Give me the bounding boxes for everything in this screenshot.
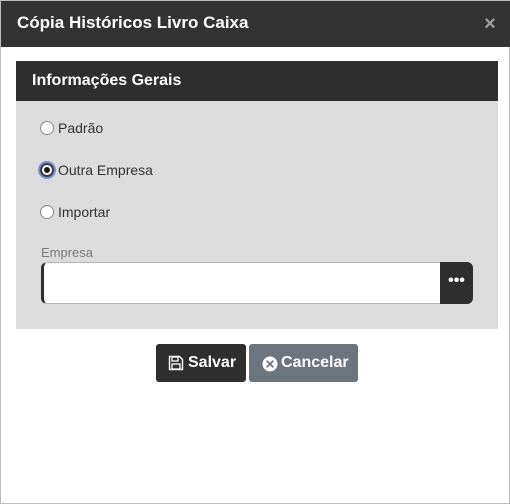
radio-button-selected[interactable] bbox=[40, 163, 54, 177]
ellipsis-icon: ••• bbox=[448, 272, 465, 289]
floppy-disk-icon bbox=[168, 355, 184, 371]
panel-header: Informações Gerais bbox=[16, 61, 498, 101]
empresa-input[interactable] bbox=[41, 262, 441, 304]
empresa-label: Empresa bbox=[41, 245, 94, 260]
radio-button[interactable] bbox=[40, 205, 54, 219]
close-icon[interactable]: × bbox=[482, 14, 498, 34]
save-button-label: Salvar bbox=[188, 354, 237, 371]
radio-option-importar[interactable]: Importar bbox=[40, 202, 130, 222]
empresa-field-group: ••• bbox=[41, 262, 473, 304]
radio-label: Importar bbox=[58, 204, 111, 220]
empresa-lookup-button[interactable]: ••• bbox=[440, 262, 473, 304]
dialog-title: Cópia Históricos Livro Caixa bbox=[17, 13, 249, 32]
copy-history-dialog: Cópia Históricos Livro Caixa × Informaçõ… bbox=[0, 0, 510, 504]
general-info-panel: Informações Gerais Padrão Outra Empresa … bbox=[16, 61, 498, 329]
dialog-titlebar: Cópia Históricos Livro Caixa × bbox=[1, 1, 510, 47]
radio-label: Padrão bbox=[58, 120, 104, 136]
x-circle-icon bbox=[262, 356, 278, 372]
cancel-button-label: Cancelar bbox=[281, 354, 349, 371]
radio-button[interactable] bbox=[40, 121, 54, 135]
radio-option-outra-empresa[interactable]: Outra Empresa bbox=[40, 160, 170, 180]
radio-label: Outra Empresa bbox=[58, 162, 153, 178]
save-button[interactable]: Salvar bbox=[156, 344, 246, 382]
radio-option-padrao[interactable]: Padrão bbox=[40, 118, 120, 138]
panel-title: Informações Gerais bbox=[32, 72, 182, 89]
cancel-button[interactable]: Cancelar bbox=[249, 344, 358, 382]
